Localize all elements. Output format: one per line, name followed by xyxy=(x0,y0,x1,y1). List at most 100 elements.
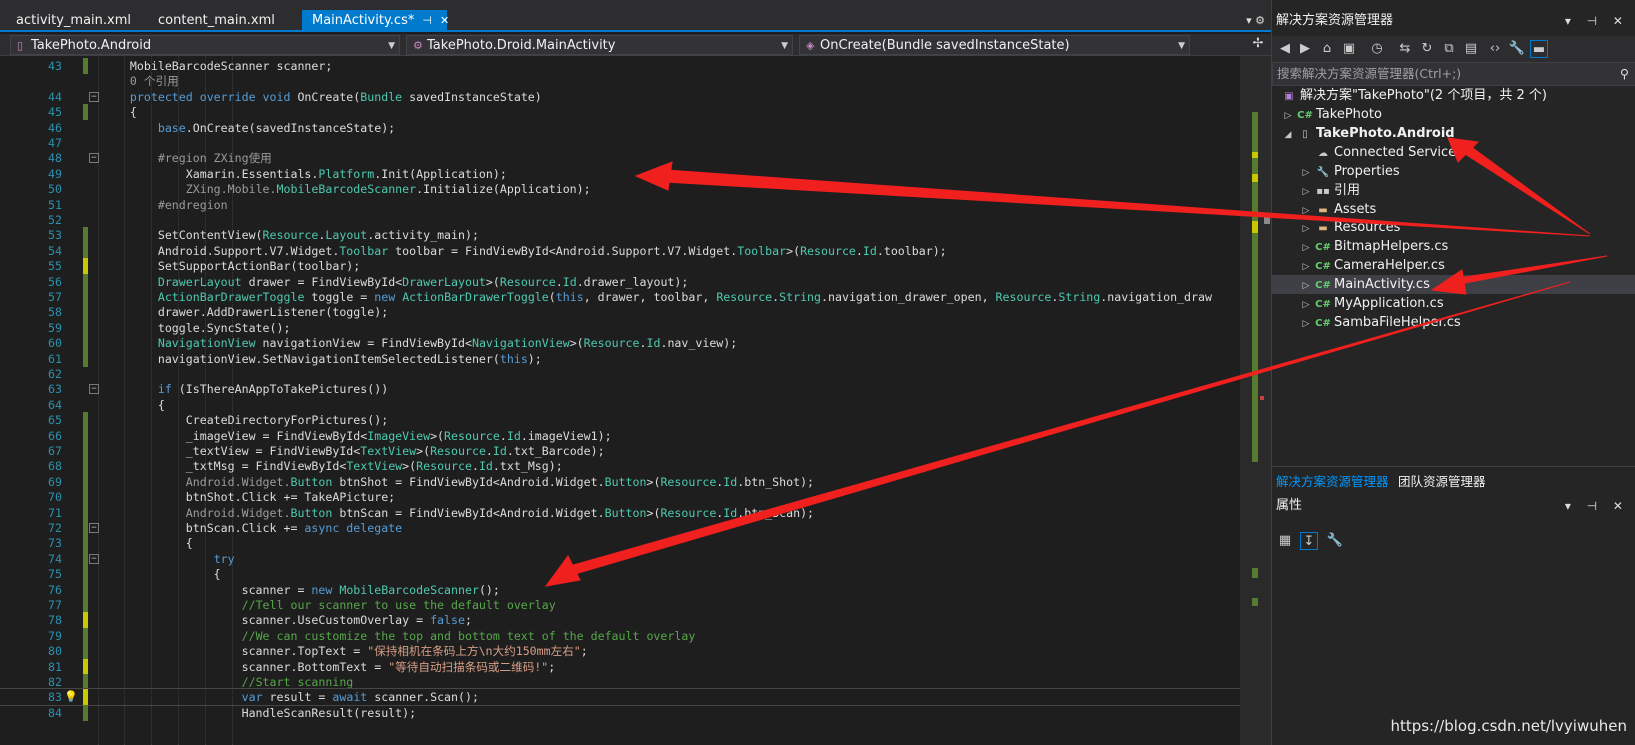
code-view-icon[interactable]: ‹› xyxy=(1486,40,1504,58)
code-line[interactable]: 72 − btnScan.Click += async delegate xyxy=(0,520,1240,536)
code-line[interactable]: 45 { xyxy=(0,104,1240,121)
fold-toggle-icon[interactable]: − xyxy=(89,523,99,533)
preview-selected-icon[interactable]: ▬ xyxy=(1530,40,1548,58)
tab-activity-main-xml[interactable]: activity_main.xml xyxy=(6,10,141,32)
tree-item-myapplication-cs[interactable]: ▷ C# MyApplication.cs xyxy=(1298,294,1444,313)
code-line[interactable]: 48 − #region ZXing使用 xyxy=(0,150,1240,166)
tree-item-takephoto-android[interactable]: ◢ ▯ TakePhoto.Android xyxy=(1280,124,1455,143)
code-line[interactable]: 53 SetContentView(Resource.Layout.activi… xyxy=(0,227,1240,244)
code-line[interactable]: 61 navigationView.SetNavigationItemSelec… xyxy=(0,350,1240,367)
refresh-icon[interactable]: ↻ xyxy=(1418,40,1436,58)
code-line[interactable]: 46 base.OnCreate(savedInstanceState); xyxy=(0,120,1240,136)
tree-item-camerahelper-cs[interactable]: ▷ C# CameraHelper.cs xyxy=(1298,256,1445,275)
properties-wrench-icon[interactable]: 🔧 xyxy=(1508,40,1526,58)
properties-window-buttons[interactable]: ▾ ⊣ ✕ xyxy=(1565,499,1629,513)
pending-changes-icon[interactable]: ◷ xyxy=(1368,40,1386,58)
code-line[interactable]: 55 SetSupportActionBar(toolbar); xyxy=(0,258,1240,275)
code-line[interactable]: 69 Android.Widget.Button btnShot = FindV… xyxy=(0,473,1240,490)
fold-toggle-icon[interactable]: − xyxy=(89,91,99,102)
code-line[interactable]: 0 个引用 xyxy=(0,73,1240,89)
tab-overflow-icon[interactable]: ▾ ⚙ xyxy=(1246,14,1265,27)
sync-icon[interactable]: ⇆ xyxy=(1396,40,1414,58)
tree-item-mainactivity-cs[interactable]: ▷ C# MainActivity.cs xyxy=(1272,275,1635,295)
tree-item-引用[interactable]: ▷ ▪▪ 引用 xyxy=(1298,181,1360,200)
code-area[interactable]: 43 MobileBarcodeScanner scanner; 0 个引用 44… xyxy=(0,56,1240,745)
fold-toggle-icon[interactable]: − xyxy=(89,384,99,395)
fold-toggle-icon[interactable]: − xyxy=(89,153,99,164)
close-icon[interactable]: ✕ xyxy=(440,10,449,32)
code-line[interactable]: 70 btnShot.Click += TakeAPicture; xyxy=(0,489,1240,506)
show-all-files-icon[interactable]: ▤ xyxy=(1462,40,1480,58)
code-line[interactable]: 65 CreateDirectoryForPictures(); xyxy=(0,412,1240,429)
navigation-bar: ▯ TakePhoto.Android ▼ ⚙ TakePhoto.Droid.Mai… xyxy=(0,34,1271,56)
line-number: 73 xyxy=(48,536,62,551)
property-pages-icon[interactable]: 🔧 xyxy=(1326,532,1344,550)
code-line[interactable]: 63 − if (IsThereAnAppToTakePictures()) xyxy=(0,381,1240,397)
code-line[interactable]: 47 xyxy=(0,135,1240,151)
vertical-scrollbar[interactable] xyxy=(1240,56,1271,745)
split-editor-icon[interactable]: ✢ xyxy=(1249,36,1267,54)
code-line[interactable]: 43 MobileBarcodeScanner scanner; xyxy=(0,58,1240,74)
tab-solution-explorer[interactable]: 解决方案资源管理器 xyxy=(1276,471,1389,490)
code-line[interactable]: 52 xyxy=(0,212,1240,228)
tree-item-bitmaphelpers-cs[interactable]: ▷ C# BitmapHelpers.cs xyxy=(1298,237,1449,256)
code-line[interactable]: 84 HandleScanResult(result); xyxy=(0,704,1240,721)
solution-label: 解决方案"TakePhoto"(2 个项目，共 2 个) xyxy=(1300,88,1547,103)
tab-content-main-xml[interactable]: content_main.xml xyxy=(148,10,285,32)
code-line[interactable]: 73 { xyxy=(0,535,1240,552)
code-line[interactable]: 81 scanner.BottomText = "等待自动扫描条码或二维码!"; xyxy=(0,658,1240,675)
pin-icon[interactable]: ⊣ xyxy=(422,10,432,32)
class-dropdown[interactable]: ⚙ TakePhoto.Droid.MainActivity ▼ xyxy=(406,35,793,55)
code-editor[interactable]: activity_main.xml content_main.xml MainA… xyxy=(0,0,1271,745)
tree-item-resources[interactable]: ▷ ▬ Resources xyxy=(1298,218,1401,237)
code-line[interactable]: 71 Android.Widget.Button btnScan = FindV… xyxy=(0,504,1240,521)
code-line[interactable]: 49 Xamarin.Essentials.Platform.Init(Appl… xyxy=(0,166,1240,182)
solution-node[interactable]: ▣ 解决方案"TakePhoto"(2 个项目，共 2 个) xyxy=(1280,86,1547,105)
code-line[interactable]: 60 NavigationView navigationView = FindV… xyxy=(0,335,1240,352)
expand-arrow-icon[interactable]: ▷ xyxy=(1298,315,1314,334)
code-line[interactable]: 82 //Start scanning xyxy=(0,674,1240,690)
code-line[interactable]: 76 scanner = new MobileBarcodeScanner(); xyxy=(0,581,1240,598)
project-dropdown[interactable]: ▯ TakePhoto.Android ▼ xyxy=(10,35,400,55)
code-line[interactable]: 44 − protected override void OnCreate(Bun… xyxy=(0,89,1240,105)
expanded-arrow-icon[interactable]: ◢ xyxy=(1280,126,1296,145)
tree-item-properties[interactable]: ▷ 🔧 Properties xyxy=(1298,162,1400,181)
collapse-all-icon[interactable]: ⧉ xyxy=(1440,40,1458,58)
home-icon[interactable]: ⌂ xyxy=(1318,40,1336,58)
code-line[interactable]: 78 scanner.UseCustomOverlay = false; xyxy=(0,612,1240,629)
code-line[interactable]: 62 xyxy=(0,366,1240,382)
code-line[interactable]: 79 //We can customize the top and bottom… xyxy=(0,627,1240,644)
code-line[interactable]: 75 { xyxy=(0,566,1240,583)
tree-item-assets[interactable]: ▷ ▬ Assets xyxy=(1298,200,1377,219)
solution-search-input[interactable]: 搜索解决方案资源管理器(Ctrl+;) ⚲ xyxy=(1272,62,1635,86)
forward-icon[interactable]: ▶ xyxy=(1296,40,1314,58)
code-line[interactable]: 66 _imageView = FindViewById<ImageView>(… xyxy=(0,427,1240,444)
member-dropdown[interactable]: ◈ OnCreate(Bundle savedInstanceState) ▼ xyxy=(799,35,1190,55)
code-line[interactable]: 74 − try xyxy=(0,550,1240,567)
tree-item-takephoto[interactable]: ▷ C# TakePhoto xyxy=(1280,105,1382,124)
back-icon[interactable]: ◀ xyxy=(1276,40,1294,58)
tab-team-explorer[interactable]: 团队资源管理器 xyxy=(1398,471,1486,490)
code-line[interactable]: 68 _txtMsg = FindViewById<TextView>(Reso… xyxy=(0,458,1240,475)
categorized-icon[interactable]: ▦ xyxy=(1276,532,1294,550)
lightbulb-icon[interactable]: 💡 xyxy=(64,689,78,705)
alphabetical-icon[interactable]: ↧ xyxy=(1300,532,1318,550)
code-line[interactable]: 51 #endregion xyxy=(0,197,1240,213)
switch-views-icon[interactable]: ▣ xyxy=(1340,40,1358,58)
fold-toggle-icon[interactable]: − xyxy=(89,553,99,564)
code-line[interactable]: 59 toggle.SyncState(); xyxy=(0,319,1240,336)
tree-item-sambafilehelper-cs[interactable]: ▷ C# SambaFileHelper.cs xyxy=(1298,313,1461,332)
code-line[interactable]: 67 _textView = FindViewById<TextView>(Re… xyxy=(0,443,1240,459)
code-line[interactable]: 57 ActionBarDrawerToggle toggle = new Ac… xyxy=(0,289,1240,305)
code-line[interactable]: 83 💡 var result = await scanner.Scan(); xyxy=(0,688,1240,707)
code-line[interactable]: 54 Android.Support.V7.Widget.Toolbar too… xyxy=(0,242,1240,259)
code-line[interactable]: 58 drawer.AddDrawerListener(toggle); xyxy=(0,304,1240,321)
code-line[interactable]: 64 { xyxy=(0,397,1240,413)
code-line[interactable]: 50 ZXing.Mobile.MobileBarcodeScanner.Ini… xyxy=(0,181,1240,197)
tree-item-connected-services[interactable]: ☁ Connected Services xyxy=(1298,143,1463,162)
panel-window-buttons[interactable]: ▾ ⊣ ✕ xyxy=(1565,14,1629,28)
code-line[interactable]: 56 DrawerLayout drawer = FindViewById<Dr… xyxy=(0,273,1240,290)
code-line[interactable]: 80 scanner.TopText = "保持相机在条码上方\n大约150mm… xyxy=(0,643,1240,660)
code-line[interactable]: 77 //Tell our scanner to use the default… xyxy=(0,597,1240,613)
tab-mainactivity-cs[interactable]: MainActivity.cs* ⊣ ✕ xyxy=(302,10,449,32)
